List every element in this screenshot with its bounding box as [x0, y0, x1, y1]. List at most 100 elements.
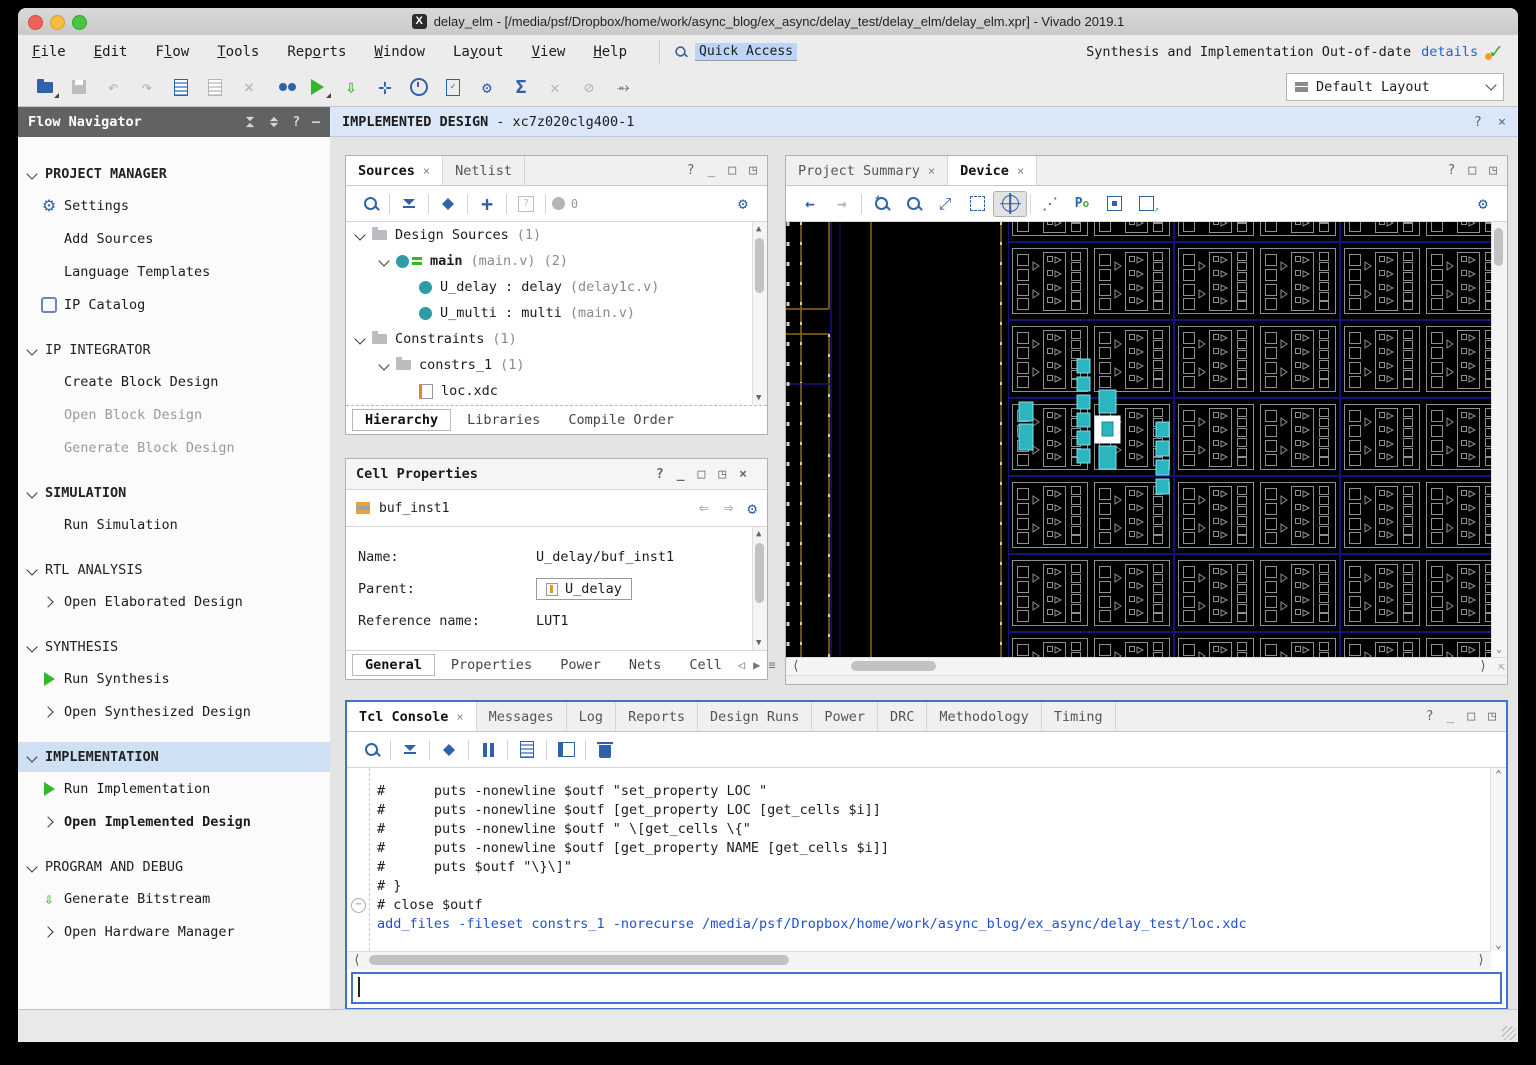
- close-icon[interactable]: ×: [1017, 164, 1024, 178]
- menu-layout[interactable]: Layout: [439, 44, 518, 60]
- help-icon[interactable]: ?: [1474, 114, 1482, 130]
- help-icon[interactable]: ?: [1426, 709, 1434, 724]
- open-project-button[interactable]: [28, 74, 62, 100]
- minimize-icon[interactable]: —: [312, 115, 320, 130]
- cell-properties-tab-cell[interactable]: Cell: [677, 655, 734, 675]
- zoom-window-button[interactable]: [72, 15, 87, 30]
- search-icon[interactable]: [354, 192, 386, 216]
- clear-trash-icon[interactable]: [589, 738, 621, 762]
- cell-properties-tab-properties[interactable]: Properties: [439, 655, 544, 675]
- flow-section-header[interactable]: PROGRAM AND DEBUG: [18, 852, 330, 882]
- cell-properties-tab-general[interactable]: General: [352, 654, 435, 676]
- tcl-command-input[interactable]: [351, 972, 1502, 1004]
- collapse-all-icon[interactable]: [244, 116, 256, 128]
- cell-properties-scrollbar[interactable]: ▲ ▼: [752, 527, 767, 650]
- console-output[interactable]: # puts -nonewline $outf "set_property LO…: [347, 768, 1506, 951]
- parent-cell-button[interactable]: U_delay: [536, 578, 632, 600]
- console-tab-design-runs[interactable]: Design Runs: [698, 702, 812, 731]
- zoom-fit-icon[interactable]: ⤢: [929, 192, 961, 216]
- console-tab-messages[interactable]: Messages: [477, 702, 567, 731]
- details-link[interactable]: details: [1421, 44, 1478, 60]
- console-tab-drc[interactable]: DRC: [878, 702, 927, 731]
- copy-button[interactable]: [164, 74, 198, 100]
- close-icon[interactable]: ×: [456, 710, 463, 724]
- settings-gear-button[interactable]: ⚙: [470, 74, 504, 100]
- messages-badge[interactable]: 0: [549, 192, 581, 216]
- cancel-pointer-button[interactable]: ⥇: [606, 74, 640, 100]
- add-pblock-icon[interactable]: Po: [1066, 192, 1098, 216]
- menu-file[interactable]: File: [18, 44, 80, 60]
- autofit-selection-icon[interactable]: [993, 191, 1027, 217]
- help-icon[interactable]: ?: [1448, 163, 1456, 178]
- flow-item-run-synthesis[interactable]: Run Synthesis: [18, 662, 330, 695]
- device-tab-project-summary[interactable]: Project Summary×: [786, 156, 948, 185]
- quick-access-search[interactable]: Quick Access: [659, 40, 797, 64]
- flow-item-run-simulation[interactable]: Run Simulation: [18, 508, 330, 541]
- flow-item-open-synthesized-design[interactable]: Open Synthesized Design: [18, 695, 330, 728]
- console-tab-reports[interactable]: Reports: [616, 702, 698, 731]
- minimize-window-button[interactable]: [50, 15, 65, 30]
- menu-icon[interactable]: ≡: [768, 658, 775, 672]
- close-icon[interactable]: ×: [1498, 114, 1506, 130]
- sources-view-tab-hierarchy[interactable]: Hierarchy: [352, 409, 451, 431]
- flow-item-add-sources[interactable]: Add Sources: [18, 222, 330, 255]
- fold-marker-icon[interactable]: −: [351, 898, 366, 913]
- console-hscrollbar[interactable]: ⟨ ⟩: [347, 951, 1491, 969]
- expand-all-icon[interactable]: [268, 116, 280, 128]
- console-tab-tcl-console[interactable]: Tcl Console×: [347, 702, 477, 731]
- checklist-button[interactable]: ✓: [436, 74, 470, 100]
- cell-properties-tab-power[interactable]: Power: [548, 655, 613, 675]
- prev-arrow-icon[interactable]: ⇐: [699, 498, 709, 518]
- flow-item-settings[interactable]: ⚙Settings: [18, 189, 330, 222]
- save-button[interactable]: [62, 74, 96, 100]
- help-icon[interactable]: ?: [656, 467, 664, 482]
- tree-row[interactable]: main(main.v) (2): [346, 248, 753, 274]
- cell-drag-mode-icon[interactable]: ↗: [1130, 192, 1162, 216]
- search-icon[interactable]: [355, 738, 387, 762]
- tree-row[interactable]: constrs_1(1): [346, 352, 753, 378]
- undo-button[interactable]: ↶: [96, 74, 130, 100]
- flow-section-header[interactable]: SYNTHESIS: [18, 632, 330, 662]
- sources-view-tab-libraries[interactable]: Libraries: [455, 410, 552, 430]
- settings-gear-icon[interactable]: ⚙: [727, 192, 759, 216]
- flow-section-header[interactable]: IP INTEGRATOR: [18, 335, 330, 365]
- zoom-out-icon[interactable]: -: [897, 192, 929, 216]
- collapse-all-icon[interactable]: [394, 738, 426, 762]
- flow-item-open-implemented-design[interactable]: Open Implemented Design: [18, 805, 330, 838]
- float-icon[interactable]: ◳: [1488, 709, 1496, 724]
- resize-handle-icon[interactable]: ⇱: [1498, 660, 1505, 673]
- flow-section-header[interactable]: RTL ANALYSIS: [18, 555, 330, 585]
- delete-button[interactable]: ×: [232, 74, 266, 100]
- flow-item-open-hardware-manager[interactable]: Open Hardware Manager: [18, 915, 330, 948]
- flow-section-header[interactable]: PROJECT MANAGER: [18, 159, 330, 189]
- sources-view-tab-compile-order[interactable]: Compile Order: [556, 410, 686, 430]
- flow-item-generate-bitstream[interactable]: ⇩Generate Bitstream: [18, 882, 330, 915]
- tree-row[interactable]: U_delay : delay(delay1c.v): [346, 274, 753, 300]
- report-sigma-button[interactable]: Σ: [504, 74, 538, 100]
- pause-icon[interactable]: [472, 738, 504, 762]
- expand-all-icon[interactable]: [433, 738, 465, 762]
- menu-view[interactable]: View: [518, 44, 580, 60]
- tree-row[interactable]: loc.xdc: [346, 378, 753, 404]
- close-icon[interactable]: ×: [423, 164, 430, 178]
- chevron-down-icon[interactable]: [354, 229, 365, 240]
- menu-window[interactable]: Window: [360, 44, 439, 60]
- cell-properties-tab-nets[interactable]: Nets: [617, 655, 674, 675]
- device-vscrollbar[interactable]: ⌄: [1491, 222, 1507, 657]
- sources-tab-sources[interactable]: Sources×: [346, 156, 443, 185]
- page-right-icon[interactable]: ▶: [753, 658, 760, 672]
- draw-pblock-icon[interactable]: [1098, 192, 1130, 216]
- chevron-down-icon[interactable]: [378, 359, 389, 370]
- collapse-all-icon[interactable]: [393, 192, 425, 216]
- menu-reports[interactable]: Reports: [273, 44, 360, 60]
- sources-scrollbar[interactable]: ▲ ▼: [752, 222, 767, 405]
- console-tab-log[interactable]: Log: [567, 702, 616, 731]
- run-button[interactable]: [300, 74, 334, 100]
- menu-help[interactable]: Help: [579, 44, 641, 60]
- console-vscrollbar[interactable]: ⌃⌄: [1490, 768, 1506, 951]
- float-icon[interactable]: ◳: [718, 467, 726, 482]
- expand-all-icon[interactable]: [432, 192, 464, 216]
- flow-item-ip-catalog[interactable]: IP Catalog: [18, 288, 330, 321]
- tree-row[interactable]: Constraints(1): [346, 326, 753, 352]
- timer-button[interactable]: [402, 74, 436, 100]
